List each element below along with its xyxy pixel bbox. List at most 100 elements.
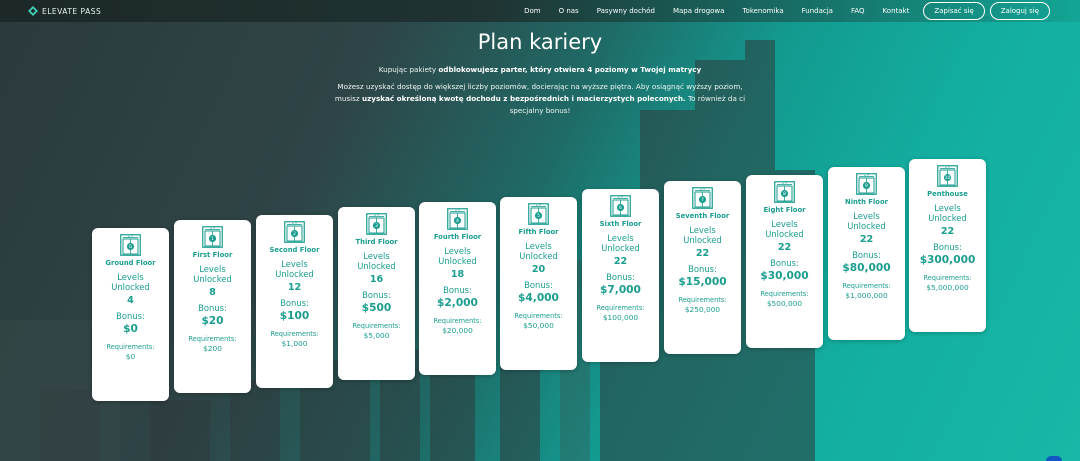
requirements-value: $200	[203, 344, 222, 353]
page-title: Plan kariery	[477, 30, 603, 54]
floor-card: 10 Penthouse Levels Unlocked 22 Bonus: $300,0…	[909, 159, 986, 332]
levels-label: Levels Unlocked	[357, 251, 396, 271]
nav-menu: Dom O nas Pasywny dochód Mapa drogowa To…	[515, 2, 1050, 20]
requirements-value: $1,000,000	[845, 291, 888, 300]
levels-value: 22	[940, 226, 955, 237]
floor-card: 9 Ninth Floor Levels Unlocked 22 Bonus: $80,0…	[828, 167, 905, 340]
hero-line-3-bold: uzyskać określoną kwotę dochodu z bezpoś…	[361, 94, 686, 103]
bonus-value: $30,000	[760, 270, 809, 282]
elevator-icon: 4	[447, 208, 468, 230]
svg-text:4: 4	[456, 218, 459, 224]
floor-name: Third Floor	[355, 238, 398, 246]
svg-text:8: 8	[783, 191, 786, 197]
floor-card: 8 Eight Floor Levels Unlocked 22 Bonus: $30,0…	[746, 175, 823, 348]
bonus-label: Bonus:	[443, 285, 472, 295]
requirements-label: Requirements:	[433, 317, 482, 325]
hero-line-1: Kupując pakiety odblokowujesz parter, kt…	[0, 63, 1080, 76]
logo-icon	[28, 6, 38, 16]
bonus-value: $0	[123, 323, 138, 335]
levels-value: 22	[777, 242, 792, 253]
elevator-icon: 1	[202, 226, 223, 248]
svg-text:G: G	[129, 244, 133, 250]
svg-text:10: 10	[945, 175, 951, 181]
nav-link-home[interactable]: Dom	[524, 7, 541, 15]
bonus-label: Bonus:	[852, 250, 881, 260]
login-button[interactable]: Zaloguj się	[989, 2, 1050, 20]
levels-value: 16	[369, 274, 384, 285]
bonus-value: $20	[201, 315, 224, 327]
requirements-value: $100,000	[602, 313, 639, 322]
requirements-value: $50,000	[523, 321, 554, 330]
elevator-icon: 3	[366, 213, 387, 235]
bonus-value: $2,000	[437, 297, 478, 309]
nav-link-about[interactable]: O nas	[559, 7, 579, 15]
requirements-label: Requirements:	[678, 296, 727, 304]
floor-name: Ninth Floor	[845, 198, 888, 206]
requirements-label: Requirements:	[188, 335, 237, 343]
bonus-label: Bonus:	[280, 298, 309, 308]
bonus-value: $7,000	[600, 284, 641, 296]
hero-line-1-bold: odblokowujesz parter, który otwiera 4 po…	[438, 65, 702, 74]
hero-line-3-pre: musisz	[334, 94, 362, 103]
requirements-label: Requirements:	[352, 322, 401, 330]
svg-text:6: 6	[619, 205, 622, 211]
elevator-icon: 5	[528, 203, 549, 225]
floor-name: Sixth Floor	[599, 220, 642, 228]
requirements-label: Requirements:	[596, 304, 645, 312]
levels-value: 4	[127, 295, 134, 306]
levels-value: 20	[531, 264, 546, 275]
logo[interactable]: ELEVATE PASS	[28, 6, 101, 16]
nav-link-tokenomics[interactable]: Tokenomika	[742, 7, 783, 15]
floor-card: 4 Fourth Floor Levels Unlocked 18 Bonus: $2,0…	[419, 202, 496, 375]
elevator-icon: 9	[856, 173, 877, 195]
requirements-label: Requirements:	[923, 274, 972, 282]
bonus-value: $15,000	[678, 276, 727, 288]
requirements-value: $20,000	[442, 326, 473, 335]
bonus-label: Bonus:	[116, 311, 145, 321]
requirements-label: Requirements:	[842, 282, 891, 290]
floor-card: G Ground Floor Levels Unlocked 4 Bonus: $0 Req…	[92, 228, 169, 401]
bonus-value: $300,000	[919, 254, 976, 266]
floor-name: First Floor	[192, 251, 233, 259]
register-button[interactable]: Zapisać się	[923, 2, 985, 20]
levels-label: Levels Unlocked	[519, 241, 558, 261]
floor-card: 5 Fifth Floor Levels Unlocked 20 Bonus: $4,00…	[500, 197, 577, 370]
nav-link-roadmap[interactable]: Mapa drogowa	[673, 7, 724, 15]
elevator-icon: 6	[610, 195, 631, 217]
levels-label: Levels Unlocked	[111, 272, 150, 292]
bonus-label: Bonus:	[933, 242, 962, 252]
bonus-value: $80,000	[842, 262, 891, 274]
floor-card: 3 Third Floor Levels Unlocked 16 Bonus: $500 R…	[338, 207, 415, 380]
svg-text:9: 9	[865, 183, 868, 189]
levels-label: Levels Unlocked	[928, 203, 967, 223]
elevator-icon: 7	[692, 187, 713, 209]
hero-line-1-text: Kupując pakiety	[378, 65, 439, 74]
floor-card: 7 Seventh Floor Levels Unlocked 22 Bonus: $15…	[664, 181, 741, 354]
levels-value: 18	[450, 269, 465, 280]
bonus-label: Bonus:	[198, 303, 227, 313]
bonus-label: Bonus:	[524, 280, 553, 290]
hero-line-4: specjalny bonus!	[509, 106, 571, 115]
floor-name: Ground Floor	[105, 259, 156, 267]
elevator-icon: 8	[774, 181, 795, 203]
nav-link-foundation[interactable]: Fundacja	[802, 7, 833, 15]
nav-link-faq[interactable]: FAQ	[851, 7, 865, 15]
svg-text:3: 3	[375, 223, 378, 229]
levels-value: 22	[613, 256, 628, 267]
requirements-label: Requirements:	[514, 312, 563, 320]
bonus-value: $4,000	[518, 292, 559, 304]
nav-link-contact[interactable]: Kontakt	[883, 7, 910, 15]
levels-label: Levels Unlocked	[601, 233, 640, 253]
levels-label: Levels Unlocked	[275, 259, 314, 279]
bonus-value: $100	[279, 310, 310, 322]
nav-link-passive-income[interactable]: Pasywny dochód	[597, 7, 655, 15]
svg-text:7: 7	[701, 197, 704, 203]
elevator-icon: G	[120, 234, 141, 256]
levels-label: Levels Unlocked	[765, 219, 804, 239]
requirements-value: $0	[125, 352, 136, 361]
bonus-label: Bonus:	[688, 264, 717, 274]
hero-line-3-post: To również da ci	[685, 94, 746, 103]
elevator-icon: 2	[284, 221, 305, 243]
levels-label: Levels Unlocked	[438, 246, 477, 266]
scroll-indicator[interactable]	[1046, 456, 1062, 461]
